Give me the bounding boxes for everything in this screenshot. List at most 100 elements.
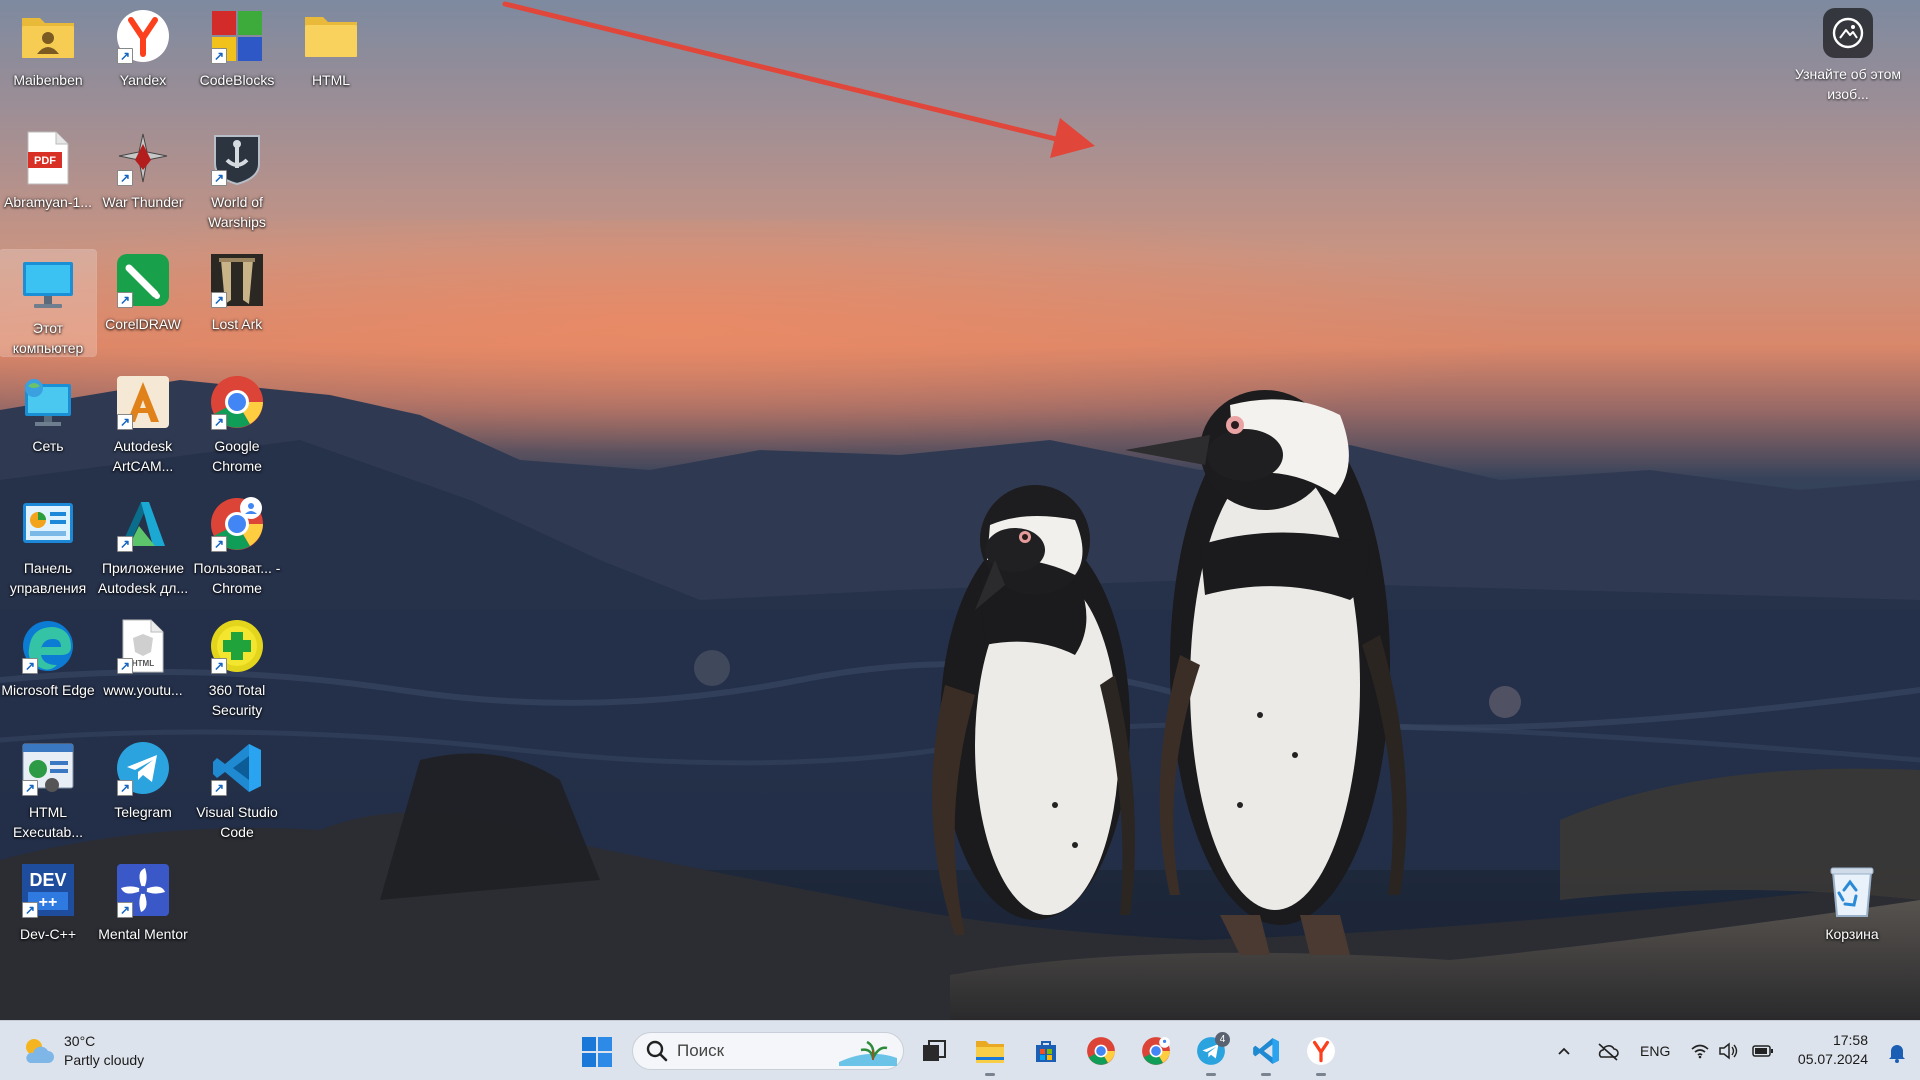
desktop-icon-label: Maibenben [13,72,83,88]
taskbar-google-chrome[interactable] [1081,1031,1121,1071]
autodesk-app-icon: ↗ [113,494,173,554]
desktop-icon-codeblocks[interactable]: ↗ CodeBlocks [189,0,285,112]
chrome-icon: ↗ [207,372,267,432]
shortcut-arrow-icon: ↗ [211,536,227,552]
desktop-icon-devcpp[interactable]: DEV ++ ↗ Dev-C++ [0,854,96,966]
html-executable-icon: ↗ [18,738,78,798]
desktop-icon-mental-mentor[interactable]: ↗ Mental Mentor [95,854,191,966]
pdf-file-icon: PDF [18,128,78,188]
battery-status[interactable] [1752,1021,1774,1080]
desktop-icon-recycle-bin[interactable]: Корзина [1804,854,1900,966]
coreldraw-icon: ↗ [113,250,173,310]
desktop-icon-label: Сеть [32,438,64,454]
notifications-button[interactable] [1886,1041,1908,1063]
shortcut-arrow-icon: ↗ [211,292,227,308]
chrome-icon [1087,1037,1115,1065]
desktop-icon-label: Telegram [114,804,172,820]
desktop-icon-artcam[interactable]: ↗ Autodesk ArtCAM... [95,366,191,478]
lost-ark-icon: ↗ [207,250,267,310]
desktop-icon-war-thunder[interactable]: ↗ War Thunder [95,122,191,234]
shortcut-arrow-icon: ↗ [117,292,133,308]
chevron-up-icon [1558,1047,1570,1055]
desktop-icon-360-security[interactable]: ↗ 360 Total Security [189,610,285,722]
svg-text:DEV: DEV [29,870,66,890]
desktop-icon-label: Приложение Autodesk дл... [97,560,189,596]
show-hidden-icons-button[interactable] [1556,1021,1572,1080]
taskbar-yandex[interactable] [1301,1031,1341,1076]
telegram-icon: ↗ [113,738,173,798]
desktop-icon-label: HTML Executab... [12,804,84,840]
artcam-icon: ↗ [113,372,173,432]
task-view-icon [923,1040,946,1061]
svg-text:HTML: HTML [132,659,154,668]
onedrive-status[interactable] [1596,1021,1620,1080]
desktop-icon-control-panel[interactable]: Панель управления [0,488,96,600]
control-panel-icon [18,494,78,554]
red-annotation-arrow [502,1,1095,158]
desktop-icon-maibenben[interactable]: Maibenben [0,0,96,112]
cloud-offline-icon [1598,1043,1619,1061]
language-indicator[interactable]: ENG [1640,1021,1670,1080]
folder-icon [301,6,361,66]
shortcut-arrow-icon: ↗ [117,902,133,918]
desktop-icon-coreldraw[interactable]: ↗ CorelDRAW [95,244,191,356]
shortcut-arrow-icon: ↗ [211,414,227,430]
shortcut-arrow-icon: ↗ [117,658,133,674]
volume-control[interactable] [1718,1021,1738,1080]
taskbar-task-view[interactable] [914,1031,954,1071]
desktop-icon-label: Корзина [1825,926,1879,942]
taskbar-vscode[interactable] [1246,1031,1286,1076]
weather-condition: Partly cloudy [64,1052,145,1068]
desktop-icon-label: HTML [311,72,351,88]
desktop-icon-label: CorelDRAW [105,316,181,332]
start-button[interactable] [580,1035,614,1069]
desktop-icon-world-of-warships[interactable]: ↗ World of Warships [189,122,285,234]
shortcut-arrow-icon: ↗ [211,780,227,796]
running-indicator [985,1073,995,1076]
taskbar-chrome-profile[interactable] [1136,1031,1176,1071]
desktop-icon-html-folder[interactable]: HTML [283,0,379,112]
weather-widget[interactable]: 30°C Partly cloudy [20,1029,144,1073]
desktop-icon-this-pc[interactable]: Этот компьютер [0,249,97,357]
desktop-icon-lost-ark[interactable]: ↗ Lost Ark [189,244,285,356]
desktop-icon-yandex[interactable]: ↗ Yandex [95,0,191,112]
desktop-icon-label: CodeBlocks [199,72,275,88]
desktop-icon-pdf[interactable]: PDF Abramyan-1... [0,122,96,234]
search-highlight-icon [839,1040,897,1066]
desktop-icon-html-executable[interactable]: ↗ HTML Executab... [0,732,96,844]
desktop-icon-label: Yandex [119,72,167,88]
desktop-icon-edge[interactable]: ↗ Microsoft Edge [0,610,96,722]
shortcut-arrow-icon: ↗ [117,536,133,552]
shortcut-arrow-icon: ↗ [22,658,38,674]
taskbar-microsoft-store[interactable] [1026,1031,1066,1071]
svg-text:PDF: PDF [34,155,56,167]
taskbar-telegram[interactable]: 4 [1191,1031,1231,1076]
notification-badge: 4 [1215,1032,1230,1047]
desktop-icon-autodesk-app[interactable]: ↗ Приложение Autodesk дл... [95,488,191,600]
taskbar-search-box[interactable] [632,1032,904,1070]
desktop-icon-chrome-profile[interactable]: ↗ Пользоват... - Chrome [189,488,285,600]
shortcut-arrow-icon: ↗ [117,414,133,430]
clock-time: 17:58 [1832,1032,1868,1048]
desktop-icon-label: World of Warships [208,194,266,230]
taskbar-file-explorer[interactable] [970,1031,1010,1076]
yandex-browser-icon [1307,1037,1335,1065]
yandex-browser-icon: ↗ [113,6,173,66]
shortcut-arrow-icon: ↗ [211,658,227,674]
store-icon [1036,1041,1056,1062]
desktop-icon-label: Панель управления [9,560,87,596]
desktop-icon-network[interactable]: Сеть [0,366,96,478]
desktop-icon-label: 360 Total Security [208,682,266,718]
desktop-icon-vscode[interactable]: ↗ Visual Studio Code [189,732,285,844]
search-input[interactable] [677,1041,827,1061]
desktop-icon-label: Пользоват... - Chrome [193,560,281,596]
desktop-icon-google-chrome[interactable]: ↗ Google Chrome [189,366,285,478]
wifi-status[interactable] [1690,1021,1710,1080]
spotlight-info-widget[interactable]: Узнайте об этом изоб... [1792,8,1904,104]
desktop-icon-telegram[interactable]: ↗ Telegram [95,732,191,844]
shortcut-arrow-icon: ↗ [211,48,227,64]
taskbar-clock[interactable]: 17:58 05.07.2024 [1798,1031,1868,1069]
desktop-icon-label: Этот компьютер [12,319,84,356]
desktop-icon-youtube-html[interactable]: HTML ↗ www.youtu... [95,610,191,722]
file-explorer-icon [976,1041,1004,1063]
